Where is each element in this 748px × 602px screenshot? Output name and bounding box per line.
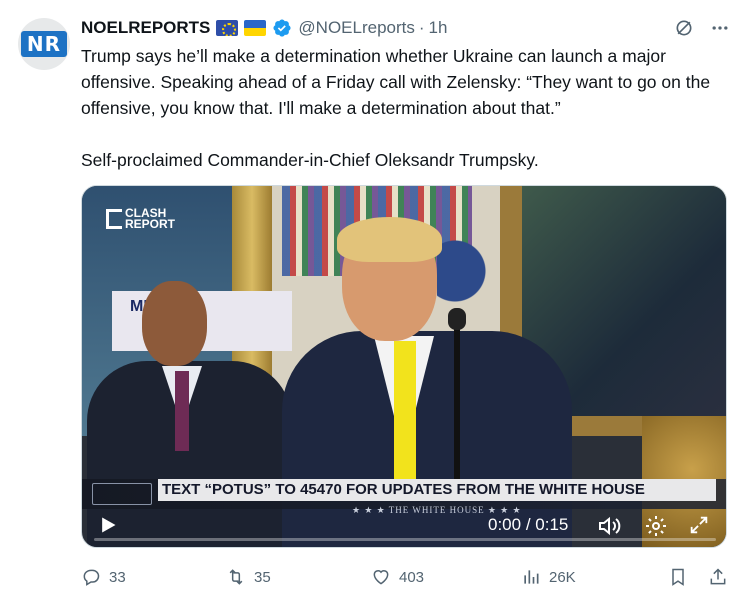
- gear-icon: [646, 516, 666, 536]
- view-count: 26K: [549, 568, 576, 586]
- fullscreen-icon: [690, 516, 708, 534]
- time-separator: /: [525, 515, 531, 534]
- share-icon: [710, 568, 726, 585]
- bookmark-icon: [672, 568, 684, 586]
- display-name[interactable]: NOELREPORTS: [81, 18, 210, 38]
- video-scene-microphone: [448, 308, 466, 330]
- avatar-logo: NR: [21, 31, 67, 57]
- like-button[interactable]: 403: [371, 567, 424, 587]
- tweet-text: Trump says he’ll make a determination wh…: [81, 43, 731, 173]
- clash-report-watermark: CLASH REPORT: [106, 207, 176, 231]
- ukraine-flag-icon: [244, 20, 267, 36]
- heart-icon: [373, 570, 389, 585]
- video-scene-microphone-stand: [454, 316, 460, 496]
- tweet-header: NOELREPORTS @NOELreports · 1h: [81, 16, 730, 40]
- handle[interactable]: @NOELreports: [298, 18, 414, 38]
- clash-report-logo-icon: [106, 209, 122, 229]
- separator: ·: [418, 18, 425, 37]
- eu-flag-icon: [216, 20, 239, 36]
- avatar[interactable]: NR: [18, 18, 70, 70]
- time-current: 0:00: [488, 515, 522, 534]
- like-count: 403: [399, 568, 425, 586]
- time-total: 0:15: [535, 515, 569, 534]
- grok-icon[interactable]: [674, 18, 694, 38]
- tweet-actions: 33 35 403 26K: [81, 565, 731, 589]
- share-button[interactable]: [708, 567, 728, 587]
- bookmark-button[interactable]: [668, 567, 688, 587]
- views-button[interactable]: 26K: [521, 567, 576, 587]
- retweet-count: 35: [254, 568, 271, 586]
- reply-icon: [83, 569, 100, 586]
- video-controls: 0:00 / 0:15: [82, 503, 726, 547]
- volume-icon: [599, 516, 621, 536]
- retweet-button[interactable]: 35: [226, 567, 271, 587]
- tweet-paragraph-1: Trump says he’ll make a determination wh…: [81, 46, 711, 118]
- watermark-line-2: REPORT: [125, 217, 176, 231]
- retweet-icon: [229, 569, 243, 585]
- more-options-icon[interactable]: [710, 18, 730, 38]
- play-icon: [102, 517, 116, 533]
- fullscreen-button[interactable]: [688, 514, 710, 541]
- analytics-icon: [524, 570, 539, 584]
- white-house-logo-icon: [92, 483, 152, 505]
- video-player[interactable]: MER HE CLASH REPORT TEXT “POTUS” TO 4547…: [81, 185, 727, 548]
- video-progress-bar[interactable]: [94, 538, 716, 541]
- reply-count: 33: [109, 568, 126, 586]
- tweet-paragraph-2: Self-proclaimed Commander-in-Chief Oleks…: [81, 150, 539, 170]
- timestamp[interactable]: 1h: [429, 18, 448, 38]
- verified-badge-icon: [273, 19, 291, 37]
- lower-third-text: TEXT “POTUS” TO 45470 FOR UPDATES FROM T…: [158, 479, 716, 501]
- play-button[interactable]: [98, 515, 118, 535]
- video-time: 0:00 / 0:15: [488, 515, 568, 535]
- reply-button[interactable]: 33: [81, 567, 126, 587]
